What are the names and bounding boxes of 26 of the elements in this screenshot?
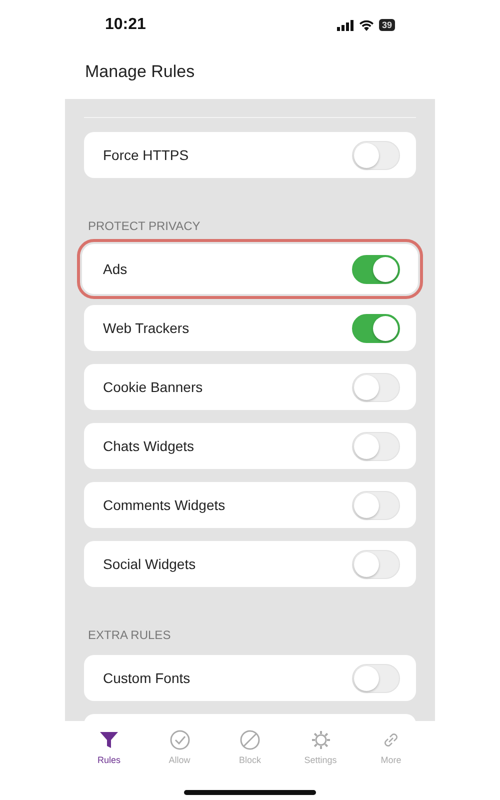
toggle-switch[interactable]	[352, 314, 400, 342]
setting-label: Force HTTPS	[103, 147, 189, 163]
status-time: 10:21	[105, 16, 146, 34]
tab-button[interactable]: More	[361, 729, 421, 779]
tab-button[interactable]: Block	[220, 729, 280, 779]
page-title: Manage Rules	[84, 61, 196, 83]
setting-label: Ads	[103, 261, 128, 277]
setting-label: Comments Widgets	[103, 497, 226, 513]
tab-button[interactable]: Settings	[290, 729, 350, 779]
funnel-icon	[98, 729, 120, 751]
section-header: EXTRA RULES	[87, 627, 172, 644]
battery-level: 39	[378, 19, 395, 31]
gear-icon	[310, 729, 332, 751]
signal-icon	[336, 20, 354, 30]
toggle-switch[interactable]	[352, 254, 400, 284]
tab-button[interactable]: Rules	[79, 729, 139, 779]
checkmark-circle-icon	[168, 729, 190, 751]
setting-label: Web Trackers	[103, 320, 190, 336]
setting-label: Social Widgets	[103, 556, 196, 572]
setting-label: Chats Widgets	[103, 438, 194, 454]
setting-label: Custom Fonts	[103, 670, 190, 686]
block-icon	[239, 729, 261, 751]
wifi-icon	[358, 20, 374, 30]
section-header: PROTECT PRIVACY	[87, 218, 202, 235]
setting-label: Cookie Banners	[103, 379, 203, 395]
tab-button[interactable]: Allow	[150, 729, 210, 779]
